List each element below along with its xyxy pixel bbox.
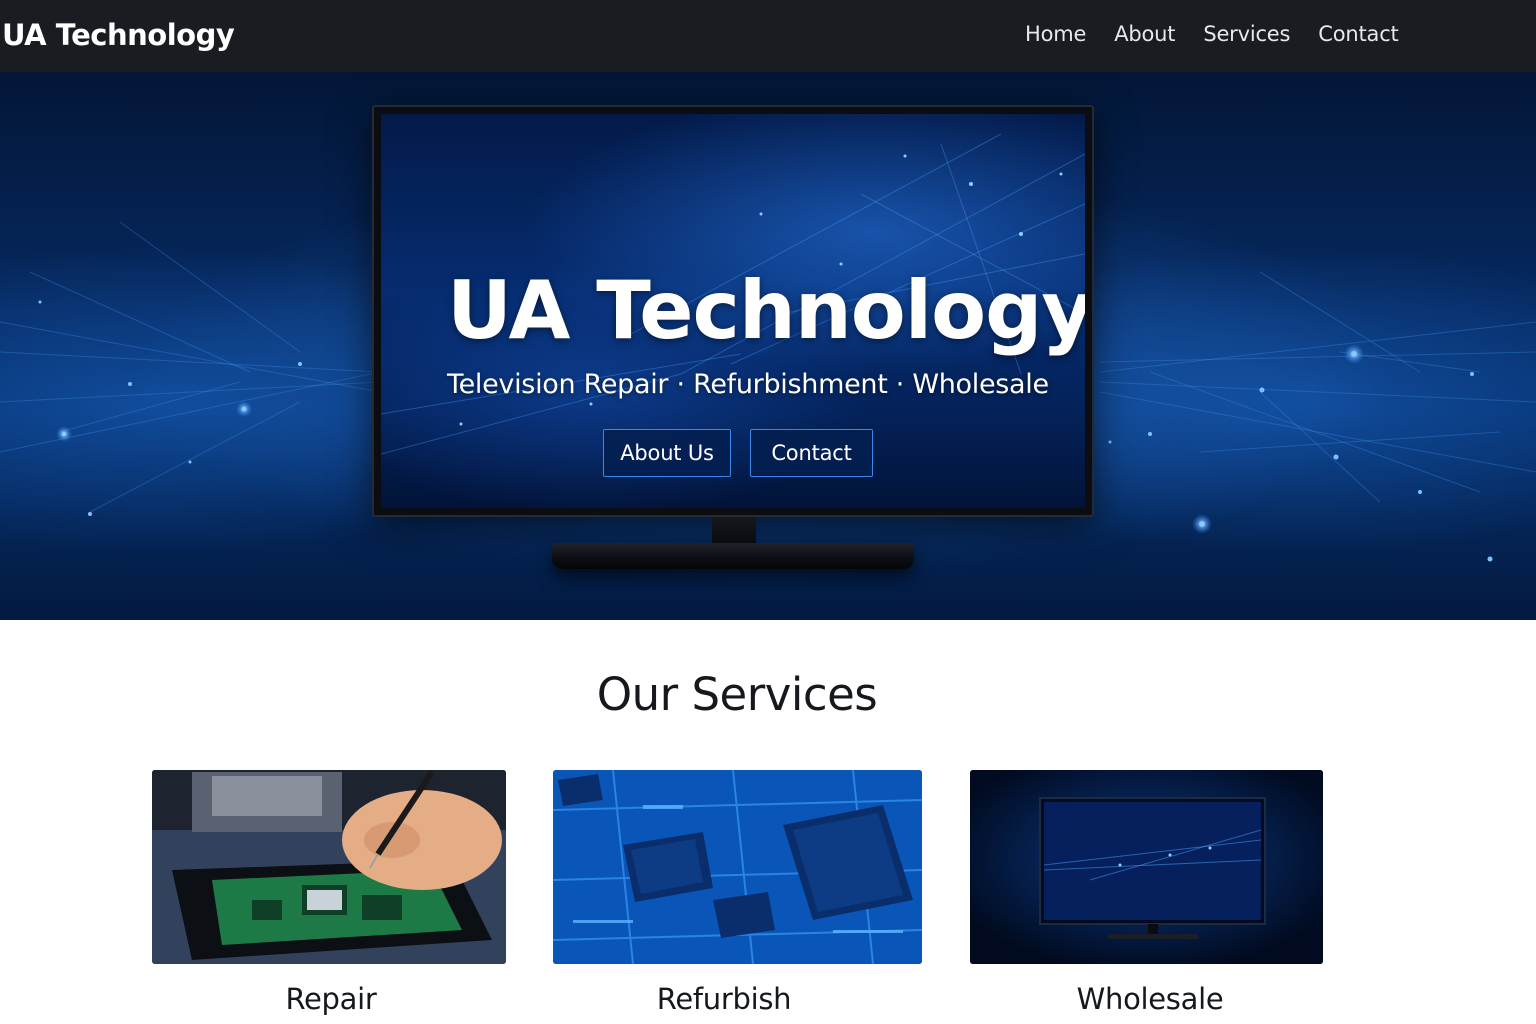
- refurbish-illustration: [553, 770, 922, 964]
- repair-illustration: [152, 770, 506, 964]
- refurbish-image[interactable]: [553, 770, 922, 964]
- services-heading: Our Services: [596, 668, 878, 721]
- hero-section: UA Technology Television Repair · Refurb…: [0, 72, 1536, 620]
- nav-link-home[interactable]: Home: [1025, 22, 1086, 46]
- navbar: UA Technology Home About Services Contac…: [0, 0, 1536, 72]
- wholesale-illustration: [970, 770, 1323, 964]
- hero-title: UA Technology: [447, 264, 1085, 357]
- refurbish-title: Refurbish: [656, 982, 792, 1016]
- nav-link-contact[interactable]: Contact: [1318, 22, 1399, 46]
- brand-logo[interactable]: UA Technology: [2, 18, 235, 52]
- television-screen: UA Technology Television Repair · Refurb…: [381, 114, 1085, 508]
- contact-button[interactable]: Contact: [750, 429, 873, 477]
- nav-links: Home About Services Contact: [1025, 22, 1427, 46]
- repair-image[interactable]: [152, 770, 506, 964]
- nav-link-services[interactable]: Services: [1203, 22, 1290, 46]
- tv-stand-base: [552, 543, 914, 569]
- hero-subtitle: Television Repair · Refurbishment · Whol…: [447, 369, 1049, 400]
- nav-link-about[interactable]: About: [1114, 22, 1175, 46]
- wholesale-image[interactable]: [970, 770, 1323, 964]
- television-frame: UA Technology Television Repair · Refurb…: [372, 105, 1094, 517]
- repair-title: Repair: [285, 982, 377, 1016]
- wholesale-title: Wholesale: [1076, 982, 1224, 1016]
- about-us-button[interactable]: About Us: [603, 429, 731, 477]
